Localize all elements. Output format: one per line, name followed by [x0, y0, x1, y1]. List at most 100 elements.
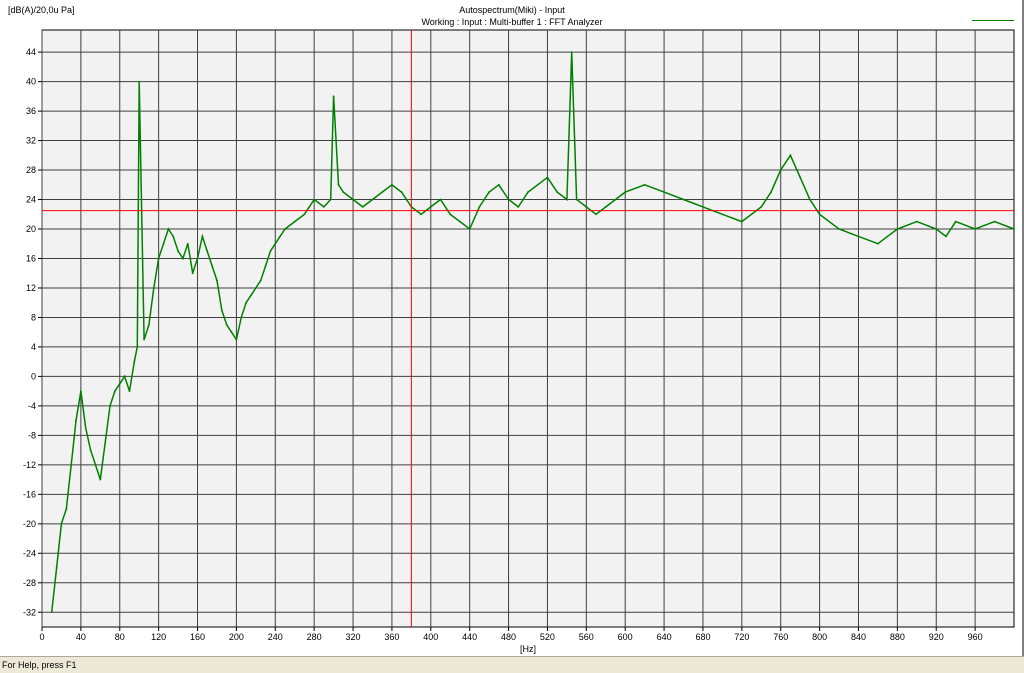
- spectrum-data-point: [303, 213, 306, 216]
- y-tick-label: -28: [23, 578, 36, 588]
- spectrum-data-point: [337, 183, 340, 186]
- spectrum-data-point: [721, 213, 724, 216]
- spectrum-data-point: [259, 279, 262, 282]
- spectrum-data-point: [201, 235, 204, 238]
- spectrum-data-point: [264, 264, 267, 267]
- spectrum-data-point: [459, 220, 461, 223]
- spectrum-data-point: [55, 567, 58, 569]
- spectrum-data-point: [167, 228, 170, 230]
- chart-window: 0 40 80 120 160 200 240 280 320 360 400 440 480 520 56…: [0, 0, 1024, 656]
- x-tick-label: 560: [579, 632, 594, 642]
- spectrum-data-point: [546, 176, 549, 179]
- spectrum-data-point: [808, 198, 811, 201]
- spectrum-data-point: [322, 205, 325, 208]
- spectrum-data-point: [556, 191, 559, 194]
- spectrum-data-point: [342, 191, 345, 194]
- spectrum-data-point: [274, 242, 277, 245]
- spectrum-data-point: [118, 382, 121, 385]
- spectrum-data-point: [439, 198, 442, 201]
- spectrum-data-point: [123, 375, 126, 378]
- spectrum-data-point: [789, 154, 792, 157]
- status-bar: For Help, press F1: [0, 656, 1024, 673]
- x-tick-label: 960: [968, 632, 983, 642]
- spectrum-data-point: [133, 360, 136, 363]
- y-tick-label: 16: [26, 253, 36, 263]
- spectrum-data-point: [770, 191, 772, 194]
- y-tick-label: -12: [23, 460, 36, 470]
- spectrum-data-point: [162, 242, 165, 245]
- spectrum-data-point: [420, 213, 422, 216]
- spectrum-data-point: [818, 213, 821, 216]
- y-tick-label: -32: [23, 607, 36, 617]
- spectrum-data-point: [643, 183, 646, 186]
- spectrum-data-point: [993, 220, 996, 223]
- x-axis-label: [Hz]: [519, 644, 536, 654]
- spectrum-data-point: [250, 294, 252, 297]
- spectrum-data-point: [838, 228, 840, 230]
- spectrum-data-point: [352, 198, 354, 201]
- spectrum-data-point: [429, 205, 432, 208]
- spectrum-data-point: [182, 257, 184, 260]
- spectrum-data-point: [99, 478, 102, 481]
- spectrum-data-point: [371, 198, 374, 201]
- x-tick-label: 280: [307, 632, 322, 642]
- y-tick-label: 8: [31, 312, 36, 322]
- x-tick-label: 320: [346, 632, 361, 642]
- spectrum-data-point: [136, 346, 139, 348]
- spectrum-data-point: [663, 191, 665, 194]
- spectrum-data-point: [702, 205, 704, 208]
- x-tick-label: 240: [268, 632, 283, 642]
- spectrum-data-point: [329, 198, 332, 201]
- spectrum-data-point: [148, 323, 150, 326]
- x-tick-label: 120: [151, 632, 166, 642]
- spectrum-data-point: [760, 205, 763, 208]
- spectrum-data-point: [114, 390, 116, 393]
- spectrum-data-point: [128, 390, 131, 393]
- x-tick-label: 640: [657, 632, 672, 642]
- spectrum-data-point: [954, 220, 957, 223]
- spectrum-data-point: [186, 242, 189, 245]
- y-tick-label: -4: [28, 401, 36, 411]
- spectrum-data-point: [220, 309, 223, 311]
- spectrum-data-point: [230, 331, 233, 334]
- spectrum-data-point: [172, 235, 175, 238]
- y-tick-label: -8: [28, 430, 36, 440]
- spectrum-data-point: [391, 183, 393, 186]
- spectrum-data-point: [478, 205, 481, 208]
- y-tick-label: -20: [23, 519, 36, 529]
- spectrum-data-point: [799, 176, 802, 179]
- spectrum-data-point: [211, 264, 214, 267]
- spectrum-data-point: [361, 205, 364, 208]
- y-tick-label: 32: [26, 136, 36, 146]
- spectrum-data-point: [216, 279, 218, 282]
- spectrum-data-point: [313, 198, 316, 201]
- spectrum-data-point: [75, 419, 77, 422]
- spectrum-data-point: [877, 242, 879, 245]
- spectrum-data-point: [293, 220, 296, 223]
- spectrum-data-point: [740, 220, 743, 223]
- spectrum-data-point: [89, 449, 92, 452]
- chart-subtitle: Working : Input : Multi-buffer 1 : FFT A…: [421, 17, 603, 27]
- y-tick-label: 20: [26, 224, 36, 234]
- y-tick-label: 24: [26, 195, 36, 205]
- spectrum-data-point: [449, 213, 452, 216]
- spectrum-data-point: [497, 183, 500, 186]
- spectrum-data-point: [279, 235, 282, 238]
- spectrum-data-point: [682, 198, 685, 201]
- spectrum-chart[interactable]: 0 40 80 120 160 200 240 280 320 360 400 440 480 520 56…: [0, 0, 1024, 656]
- x-tick-label: 800: [812, 632, 827, 642]
- spectrum-data-point: [974, 228, 977, 230]
- x-tick-label: 0: [39, 632, 44, 642]
- spectrum-data-point: [50, 611, 53, 614]
- y-tick-label: 40: [26, 77, 36, 87]
- spectrum-data-point: [468, 228, 471, 230]
- x-tick-label: 360: [384, 632, 399, 642]
- spectrum-data-point: [152, 287, 155, 289]
- y-tick-label: -16: [23, 489, 36, 499]
- spectrum-data-point: [575, 198, 578, 201]
- y-tick-label: 0: [31, 371, 36, 381]
- spectrum-data-point: [65, 508, 68, 510]
- y-tick-label: 36: [26, 106, 36, 116]
- spectrum-data-point: [284, 228, 286, 230]
- x-tick-label: 160: [190, 632, 205, 642]
